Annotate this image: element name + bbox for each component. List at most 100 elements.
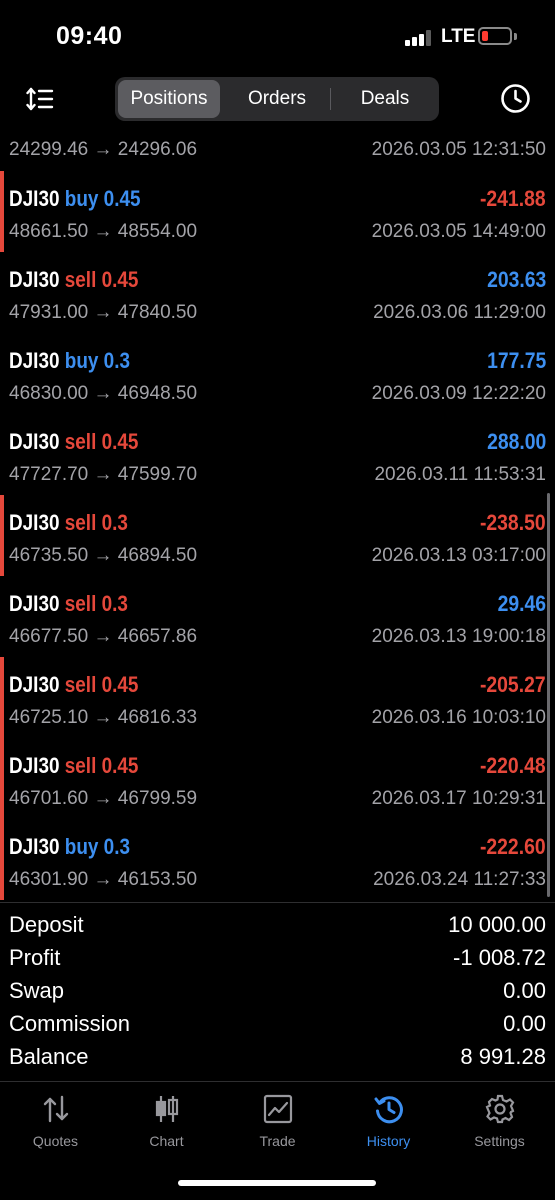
position-prices: 46677.50 → 46657.86	[9, 626, 198, 647]
tab-quotes[interactable]: Quotes	[0, 1093, 111, 1153]
position-row[interactable]: DJI30 buy 0.3 -222.60 46301.90 → 46153.5…	[0, 819, 555, 900]
position-title: DJI30 buy 0.3	[9, 834, 130, 860]
position-volume: 0.3	[103, 834, 130, 859]
summary-label: Balance	[9, 1044, 89, 1069]
position-row[interactable]: DJI30 sell 0.45 288.00 47727.70 → 47599.…	[0, 414, 555, 495]
position-profit: 177.75	[486, 348, 546, 373]
sort-icon[interactable]	[26, 86, 54, 112]
tab-orders[interactable]: Orders	[225, 80, 329, 118]
position-title: DJI30 sell 0.45	[9, 672, 138, 698]
position-row[interactable]: DJI30 sell 0.3 29.46 46677.50 → 46657.86…	[0, 576, 555, 657]
tab-history[interactable]: History	[333, 1093, 444, 1153]
position-volume: 0.45	[101, 672, 139, 697]
position-profit: -220.48	[480, 753, 546, 778]
segmented-control: Positions Orders Deals	[115, 77, 439, 121]
tab-label: Trade	[259, 1133, 296, 1149]
loss-indicator	[0, 495, 4, 576]
position-row[interactable]: 24299.46 → 24296.06 2026.03.05 12:31:50	[0, 130, 555, 168]
position-row[interactable]: DJI30 sell 0.45 -205.27 46725.10 → 46816…	[0, 657, 555, 738]
position-side: sell	[64, 753, 97, 778]
loss-indicator	[0, 819, 4, 900]
position-profit: -222.60	[480, 834, 546, 859]
position-volume: 0.3	[101, 591, 128, 616]
position-profit: 203.63	[486, 267, 546, 292]
position-symbol: DJI30	[9, 267, 60, 292]
tab-positions[interactable]: Positions	[118, 80, 220, 118]
position-date: 2026.03.13 03:17:00	[371, 545, 546, 566]
position-row[interactable]: DJI30 sell 0.3 -238.50 46735.50 → 46894.…	[0, 495, 555, 576]
position-title: DJI30 sell 0.45	[9, 429, 138, 455]
tab-trade[interactable]: Trade	[222, 1093, 333, 1153]
position-side: buy	[64, 348, 99, 373]
summary-balance: Balance 8 991.28	[9, 1044, 546, 1077]
position-date: 2026.03.13 19:00:18	[371, 626, 546, 647]
summary-deposit: Deposit 10 000.00	[9, 912, 546, 945]
clock-icon[interactable]	[500, 83, 531, 114]
position-side: buy	[64, 186, 99, 211]
summary-label: Swap	[9, 978, 65, 1003]
position-row[interactable]: DJI30 buy 0.45 -241.88 48661.50 → 48554.…	[0, 171, 555, 252]
position-date: 2026.03.06 11:29:00	[373, 302, 546, 323]
position-prices: 24299.46 → 24296.06	[9, 139, 198, 160]
position-volume: 0.45	[101, 267, 139, 292]
position-row[interactable]: DJI30 buy 0.3 177.75 46830.00 → 46948.50…	[0, 333, 555, 414]
position-title: DJI30 sell 0.3	[9, 510, 128, 536]
summary-value: 0.00	[503, 978, 546, 1003]
position-date: 2026.03.17 10:29:31	[371, 788, 546, 809]
position-profit: -238.50	[480, 510, 546, 535]
position-side: sell	[64, 510, 97, 535]
loss-indicator	[0, 738, 4, 819]
tab-deals[interactable]: Deals	[333, 80, 437, 118]
position-symbol: DJI30	[9, 429, 60, 454]
summary-value: 0.00	[503, 1011, 546, 1036]
position-title: DJI30 sell 0.45	[9, 267, 138, 293]
summary-commission: Commission 0.00	[9, 1011, 546, 1044]
network-type: LTE	[441, 26, 476, 47]
tab-label: Chart	[149, 1133, 184, 1149]
trade-icon	[263, 1094, 292, 1124]
position-prices: 47931.00 → 47840.50	[9, 302, 198, 323]
position-date: 2026.03.16 10:03:10	[371, 707, 546, 728]
position-volume: 0.45	[101, 753, 139, 778]
position-title: DJI30 sell 0.3	[9, 591, 128, 617]
position-side: sell	[64, 672, 97, 697]
summary-divider	[0, 902, 555, 903]
position-symbol: DJI30	[9, 591, 60, 616]
status-bar: 09:40 LTE	[0, 0, 555, 70]
settings-icon	[485, 1094, 514, 1124]
position-row[interactable]: DJI30 sell 0.45 203.63 47931.00 → 47840.…	[0, 252, 555, 333]
tab-chart[interactable]: Chart	[111, 1093, 222, 1153]
position-symbol: DJI30	[9, 186, 60, 211]
segment-divider	[330, 88, 331, 110]
position-symbol: DJI30	[9, 348, 60, 373]
position-volume: 0.45	[101, 429, 139, 454]
position-volume: 0.3	[101, 510, 128, 535]
position-profit: -205.27	[480, 672, 546, 697]
scrollbar[interactable]	[547, 493, 550, 897]
tabbar-divider	[0, 1081, 555, 1082]
position-date: 2026.03.24 11:27:33	[373, 869, 546, 890]
tab-settings[interactable]: Settings	[444, 1093, 555, 1153]
summary-value: 8 991.28	[460, 1044, 546, 1069]
position-row[interactable]: DJI30 sell 0.45 -220.48 46701.60 → 46799…	[0, 738, 555, 819]
position-profit: 288.00	[486, 429, 546, 454]
position-date: 2026.03.05 12:31:50	[371, 139, 546, 160]
home-indicator[interactable]	[178, 1180, 376, 1186]
battery-cap	[514, 33, 517, 40]
position-side: sell	[64, 267, 97, 292]
summary-label: Commission	[9, 1011, 131, 1036]
position-date: 2026.03.11 11:53:31	[374, 464, 546, 485]
position-title: DJI30 sell 0.45	[9, 753, 138, 779]
summary-profit: Profit -1 008.72	[9, 945, 546, 978]
summary-label: Deposit	[9, 912, 84, 937]
position-title: DJI30 buy 0.45	[9, 186, 141, 212]
loss-indicator	[0, 657, 4, 738]
history-icon	[374, 1096, 403, 1124]
position-profit: -241.88	[480, 186, 546, 211]
summary-swap: Swap 0.00	[9, 978, 546, 1011]
summary-label: Profit	[9, 945, 61, 970]
position-date: 2026.03.05 14:49:00	[371, 221, 546, 242]
quotes-icon	[43, 1095, 68, 1123]
chart-icon	[155, 1096, 178, 1122]
position-volume: 0.3	[103, 348, 130, 373]
